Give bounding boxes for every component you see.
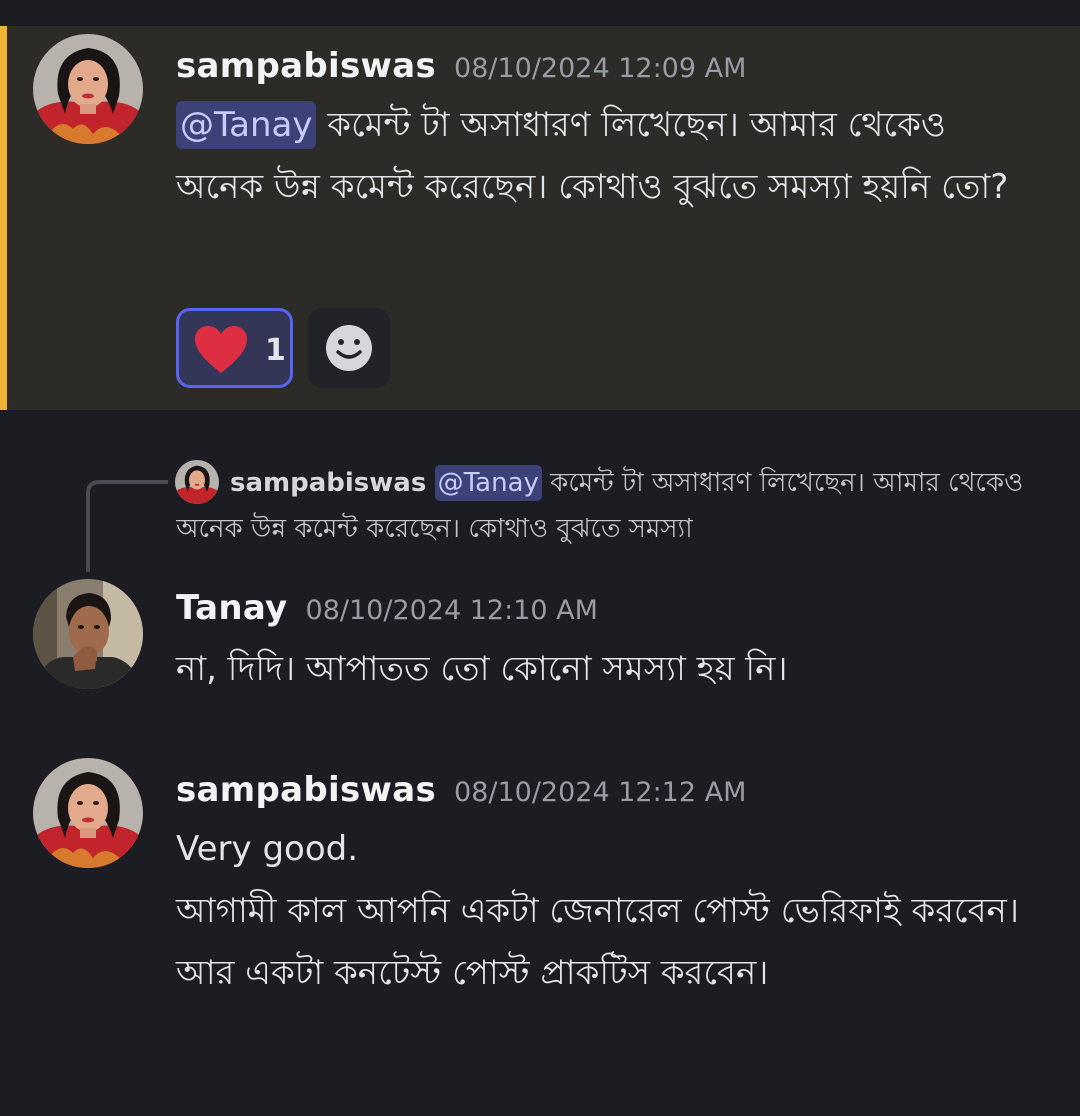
reply-connector [86,480,168,572]
smiley-icon [326,325,372,371]
timestamp: 08/10/2024 12:09 AM [454,53,747,84]
highlight-bar [0,26,7,410]
message-header: sampabiswas 08/10/2024 12:12 AM [176,770,746,810]
message-line: Very good. [176,829,359,869]
message-highlighted[interactable]: sampabiswas 08/10/2024 12:09 AM @Tanay কম… [0,26,1080,410]
message-text: @Tanay কমেন্ট টা অসাধারণ লিখেছেন। আমার থ… [176,94,1036,218]
username[interactable]: Tanay [176,588,288,628]
reply-username[interactable]: sampabiswas [230,468,426,498]
avatar[interactable] [33,34,143,144]
username[interactable]: sampabiswas [176,770,436,810]
message-text: না, দিদি। আপাতত তো কোনো সমস্যা হয় নি। [176,649,788,689]
reply-preview[interactable]: sampabiswas @Tanay কমেন্ট টা অসাধারণ লিখ… [176,460,1056,556]
add-reaction-button[interactable] [308,308,390,388]
user-mention[interactable]: @Tanay [176,101,317,149]
message-header: sampabiswas 08/10/2024 12:09 AM [176,46,746,86]
message-header: Tanay 08/10/2024 12:10 AM [176,588,598,628]
timestamp: 08/10/2024 12:12 AM [454,777,747,808]
reaction-count: 1 [265,333,286,368]
message-text: Very good. আগামী কাল আপনি একটা জেনারেল প… [176,818,1036,1004]
reply-mention[interactable]: @Tanay [434,465,542,501]
heart-reaction[interactable]: 1 [176,308,293,388]
message[interactable]: sampabiswas 08/10/2024 12:12 AM Very good… [0,748,1080,1088]
avatar[interactable] [33,758,143,868]
message-line: আগামী কাল আপনি একটা জেনারেল পোস্ট ভেরিফা… [176,891,1019,993]
username[interactable]: sampabiswas [176,46,436,86]
top-bar [0,0,1080,26]
timestamp: 08/10/2024 12:10 AM [305,595,598,626]
heart-icon [195,326,247,373]
avatar[interactable] [33,579,143,689]
message[interactable]: Tanay 08/10/2024 12:10 AM না, দিদি। আপাতত… [0,570,1080,710]
